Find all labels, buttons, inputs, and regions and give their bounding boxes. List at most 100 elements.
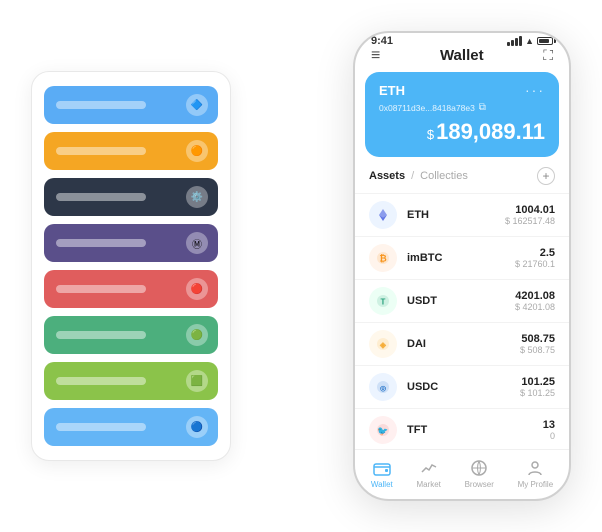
card-icon: 🟠 [186,140,208,162]
stack-card-purple[interactable]: Ⓜ [44,224,218,262]
usdc-amount: 101.25 [520,376,555,388]
eth-card-address: 0x08711d3e...8418a78e3 ⧉ [379,102,545,113]
card-icon: Ⓜ [186,232,208,254]
status-icons: ▲ [507,36,553,46]
eth-card-menu[interactable]: ··· [525,82,545,98]
svg-text:🐦: 🐦 [377,426,388,436]
imbtc-icon: ₿ [369,244,397,272]
card-stack: 🔷 🟠 ⚙️ Ⓜ 🔴 🟢 🟩 🔵 [31,71,231,461]
currency-symbol: $ [427,127,434,142]
stack-card-dark[interactable]: ⚙️ [44,178,218,216]
svg-text:T: T [381,298,386,307]
asset-amounts-tft: 13 0 [543,419,555,441]
profile-nav-icon [525,458,545,478]
tab-collecties[interactable]: Collecties [420,170,468,182]
card-icon: 🔵 [186,416,208,438]
asset-item-usdt[interactable]: T USDT 4201.08 $ 4201.08 [355,279,569,322]
asset-name-dai: DAI [407,338,520,350]
asset-name-eth: ETH [407,209,505,221]
asset-name-usdc: USDC [407,381,520,393]
nav-market-label: Market [416,480,440,489]
bottom-nav: Wallet Market Browser [355,449,569,499]
asset-amounts-imbtc: 2.5 $ 21760.1 [515,247,555,269]
usdc-usd: $ 101.25 [520,388,555,398]
phone-time: 9:41 [371,35,393,47]
nav-wallet[interactable]: Wallet [371,458,393,489]
card-label [56,239,146,247]
asset-item-eth[interactable]: ETH 1004.01 $ 162517.48 [355,193,569,236]
card-icon: 🟢 [186,324,208,346]
asset-amounts-eth: 1004.01 $ 162517.48 [505,204,555,226]
eth-card[interactable]: ETH ··· 0x08711d3e...8418a78e3 ⧉ $189,08… [365,72,559,157]
asset-name-tft: TFT [407,424,543,436]
nav-wallet-label: Wallet [371,480,393,489]
browser-nav-icon [469,458,489,478]
svg-text:◎: ◎ [380,386,386,393]
wallet-nav-icon [372,458,392,478]
tft-icon: 🐦 [369,416,397,444]
add-asset-button[interactable]: + [537,167,555,185]
card-icon: 🔷 [186,94,208,116]
stack-card-red[interactable]: 🔴 [44,270,218,308]
nav-profile[interactable]: My Profile [518,458,554,489]
imbtc-amount: 2.5 [515,247,555,259]
card-label [56,377,146,385]
copy-icon[interactable]: ⧉ [479,102,486,113]
usdt-usd: $ 4201.08 [515,302,555,312]
asset-name-usdt: USDT [407,295,515,307]
asset-item-tft[interactable]: 🐦 TFT 13 0 [355,408,569,449]
battery-icon [537,37,553,45]
asset-amounts-usdt: 4201.08 $ 4201.08 [515,290,555,312]
card-label [56,101,146,109]
expand-icon[interactable]: ⛶ [543,47,553,64]
eth-card-name: ETH [379,83,405,98]
dai-amount: 508.75 [520,333,555,345]
dai-icon: ◈ [369,330,397,358]
eth-card-header: ETH ··· [379,82,545,98]
stack-card-lightblue[interactable]: 🔵 [44,408,218,446]
card-label [56,147,146,155]
market-nav-icon [419,458,439,478]
status-bar: 9:41 ▲ [355,33,569,41]
wifi-icon: ▲ [525,36,534,46]
stack-card-green[interactable]: 🟢 [44,316,218,354]
nav-market[interactable]: Market [416,458,440,489]
usdt-amount: 4201.08 [515,290,555,302]
asset-amounts-dai: 508.75 $ 508.75 [520,333,555,355]
nav-browser[interactable]: Browser [465,458,494,489]
asset-item-imbtc[interactable]: ₿ imBTC 2.5 $ 21760.1 [355,236,569,279]
eth-icon [369,201,397,229]
eth-usd: $ 162517.48 [505,216,555,226]
scene: 🔷 🟠 ⚙️ Ⓜ 🔴 🟢 🟩 🔵 [11,11,591,521]
stack-card-orange[interactable]: 🟠 [44,132,218,170]
asset-item-dai[interactable]: ◈ DAI 508.75 $ 508.75 [355,322,569,365]
nav-profile-label: My Profile [518,480,554,489]
tab-separator: / [411,170,414,182]
menu-icon[interactable]: ≡ [371,48,380,64]
phone-frame: 9:41 ▲ ≡ Wallet ⛶ ETH [353,31,571,501]
card-label [56,331,146,339]
asset-list: ETH 1004.01 $ 162517.48 ₿ imBTC 2.5 $ [355,193,569,449]
card-icon: 🔴 [186,278,208,300]
tabs-left: Assets / Collecties [369,170,468,182]
eth-amount: 1004.01 [505,204,555,216]
assets-tabs: Assets / Collecties + [355,167,569,193]
tft-amount: 13 [543,419,555,431]
stack-card-lightgreen[interactable]: 🟩 [44,362,218,400]
card-label [56,285,146,293]
card-icon: 🟩 [186,370,208,392]
signal-icon [507,36,522,46]
svg-text:₿: ₿ [379,254,386,264]
tft-usd: 0 [543,431,555,441]
tab-assets[interactable]: Assets [369,170,405,182]
asset-item-usdc[interactable]: ◎ USDC 101.25 $ 101.25 [355,365,569,408]
usdt-icon: T [369,287,397,315]
stack-card-blue[interactable]: 🔷 [44,86,218,124]
asset-amounts-usdc: 101.25 $ 101.25 [520,376,555,398]
asset-name-imbtc: imBTC [407,252,515,264]
dai-usd: $ 508.75 [520,345,555,355]
card-label [56,423,146,431]
usdc-icon: ◎ [369,373,397,401]
eth-card-amount: $189,089.11 [379,119,545,145]
card-icon: ⚙️ [186,186,208,208]
